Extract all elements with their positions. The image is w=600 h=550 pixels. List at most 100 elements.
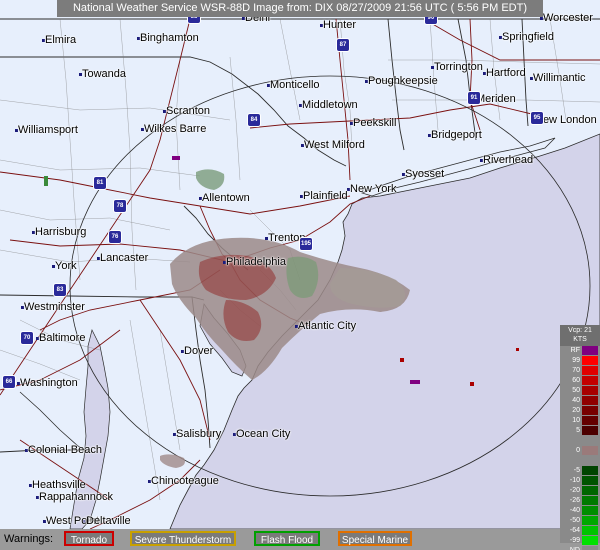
- legend-row: ND: [560, 546, 600, 550]
- legend-row: -20: [560, 486, 600, 496]
- city-label: West Milford: [304, 139, 365, 151]
- city-label: Williamsport: [18, 124, 78, 136]
- legend-row: -99: [560, 536, 600, 546]
- legend-value: 0: [576, 447, 580, 454]
- city-label: Willimantic: [533, 72, 586, 84]
- legend-swatch: [582, 356, 598, 365]
- units-label: KTS: [573, 336, 587, 343]
- legend-swatch: [582, 386, 598, 395]
- legend-swatch: [582, 536, 598, 545]
- legend-value: -20: [569, 487, 580, 494]
- warning-severe-thunderstorm[interactable]: Severe Thunderstorm: [130, 531, 236, 546]
- city-label: Worcester: [543, 12, 593, 24]
- city-label: Deltaville: [86, 515, 131, 527]
- legend-value: 99: [572, 357, 580, 364]
- city-label: Chincoteague: [151, 475, 219, 487]
- highway-shield: 81: [93, 176, 107, 190]
- legend-value: -5: [573, 467, 580, 474]
- legend-value: -40: [569, 507, 580, 514]
- city-label: Heathsville: [32, 479, 86, 491]
- legend-swatch: [582, 526, 598, 535]
- city-label: Allentown: [202, 192, 250, 204]
- legend-row: 40: [560, 396, 600, 406]
- legend-value: 70: [572, 367, 580, 374]
- city-label: Hartford: [486, 67, 526, 79]
- highway-shield: 70: [20, 331, 34, 345]
- legend-value: -64: [569, 527, 580, 534]
- legend-swatch: [582, 416, 598, 425]
- legend-header: Vcp: 21 KTS: [560, 325, 600, 346]
- city-label: Poughkeepsie: [368, 75, 438, 87]
- legend-row: 5: [560, 426, 600, 436]
- warning-flash-flood[interactable]: Flash Flood: [254, 531, 320, 546]
- legend-row: 0: [560, 446, 600, 456]
- city-label: Westminster: [24, 301, 85, 313]
- legend-swatch: [582, 446, 598, 455]
- vcp-label: Vcp: 21: [568, 327, 592, 334]
- city-label: Atlantic City: [298, 320, 357, 332]
- legend-swatch: [582, 346, 598, 355]
- highway-shield: 91: [467, 91, 481, 105]
- legend-value: RF: [570, 347, 580, 354]
- legend-swatch: [582, 456, 598, 465]
- legend-row: 70: [560, 366, 600, 376]
- city-label: Washington: [20, 377, 78, 389]
- legend-swatch: [582, 506, 598, 515]
- city-label: Bridgeport: [431, 129, 482, 141]
- highway-shield: 83: [53, 283, 67, 297]
- city-label: New London: [535, 114, 597, 126]
- city-label: Towanda: [82, 68, 127, 80]
- highway-shield: 78: [113, 199, 127, 213]
- warning-special-marine[interactable]: Special Marine: [338, 531, 412, 546]
- city-label: Lancaster: [100, 252, 149, 264]
- legend-swatch: [582, 426, 598, 435]
- legend-swatch: [582, 516, 598, 525]
- legend-row: -40: [560, 506, 600, 516]
- city-label: Syosset: [405, 168, 445, 180]
- legend-value: 10: [572, 417, 580, 424]
- legend-value: 50: [572, 387, 580, 394]
- legend-row: -50: [560, 516, 600, 526]
- city-label: Wilkes Barre: [144, 123, 207, 135]
- legend-row: 50: [560, 386, 600, 396]
- legend-value: -26: [569, 497, 580, 504]
- legend-row: [560, 456, 600, 466]
- legend-row: 60: [560, 376, 600, 386]
- legend-row: -5: [560, 466, 600, 476]
- legend-swatch: [582, 546, 598, 550]
- city-label: Peekskill: [353, 117, 397, 129]
- legend-value: 20: [572, 407, 580, 414]
- legend-swatch: [582, 436, 598, 445]
- radar-map: Delhi Hunter Worcester Elmira Binghamton Spri…: [0, 0, 600, 529]
- city-label: Riverhead: [483, 154, 534, 166]
- city-label: Plainfield: [303, 190, 348, 202]
- radar-frame: Delhi Hunter Worcester Elmira Binghamton Spri…: [0, 0, 600, 550]
- warning-tornado[interactable]: Tornado: [64, 531, 114, 546]
- legend-row: -26: [560, 496, 600, 506]
- legend-swatch: [582, 496, 598, 505]
- legend-value: 40: [572, 397, 580, 404]
- highway-shield: 84: [247, 113, 261, 127]
- legend-swatch: [582, 396, 598, 405]
- legend-value: 5: [576, 427, 580, 434]
- city-label: Middletown: [302, 99, 358, 111]
- legend-row: -10: [560, 476, 600, 486]
- legend-value: -99: [569, 537, 580, 544]
- legend-value: 60: [572, 377, 580, 384]
- city-label: Elmira: [45, 34, 77, 46]
- highway-shield: 195: [299, 237, 313, 251]
- city-label: Ocean City: [236, 428, 291, 440]
- highway-shield: 66: [2, 375, 16, 389]
- city-label: Monticello: [270, 79, 320, 91]
- legend-swatch: [582, 476, 598, 485]
- highway-shield: 95: [530, 111, 544, 125]
- legend-row: RF: [560, 346, 600, 356]
- legend-value: -10: [569, 477, 580, 484]
- city-label: Scranton: [166, 105, 211, 117]
- city-label: Binghamton: [140, 32, 199, 44]
- city-label: New York: [350, 183, 397, 195]
- legend-swatch: [582, 366, 598, 375]
- city-label: Torrington: [434, 61, 483, 73]
- city-label: Hunter: [323, 19, 357, 31]
- legend-value: -50: [569, 517, 580, 524]
